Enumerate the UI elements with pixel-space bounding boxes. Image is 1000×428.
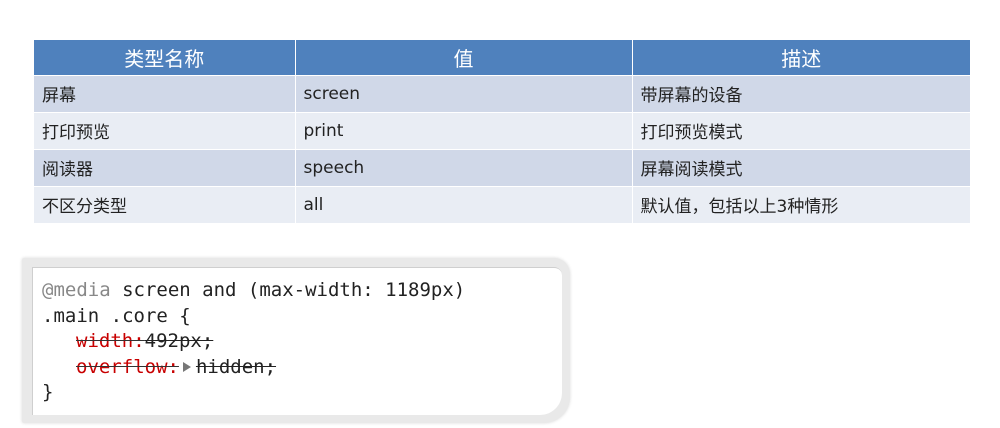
table-row: 不区分类型 all 默认值，包括以上3种情形 (34, 186, 970, 224)
type-name-cell: 不区分类型 (34, 186, 296, 224)
at-media-keyword: @media (42, 279, 111, 301)
table-row: 阅读器 speech 屏幕阅读模式 (34, 149, 970, 187)
type-name-cell: 屏幕 (34, 75, 296, 113)
description-cell: 带屏幕的设备 (632, 75, 970, 113)
selector-line: .main .core { (42, 304, 191, 327)
declaration-line-overflow: overflow: hidden; (42, 355, 562, 381)
description-cell: 打印预览模式 (632, 112, 970, 150)
css-code-snippet: @media screen and (max-width: 1189px) .m… (32, 267, 562, 415)
table-row: 打印预览 print 打印预览模式 (34, 112, 970, 150)
type-name-cell: 打印预览 (34, 112, 296, 150)
overflow-value: hidden; (195, 355, 277, 378)
value-cell: speech (295, 149, 633, 187)
declaration-line-width: width:492px; (42, 329, 562, 355)
description-cell: 屏幕阅读模式 (632, 149, 970, 187)
table-row: 屏幕 screen 带屏幕的设备 (34, 75, 970, 113)
table-header-row: 类型名称 值 描述 (34, 40, 970, 76)
width-property: width: (76, 330, 145, 352)
media-type-table: 类型名称 值 描述 屏幕 screen 带屏幕的设备 打印预览 print 打印… (34, 40, 970, 224)
media-query-text: screen and (max-width: 1189px) (110, 279, 466, 301)
header-description: 描述 (632, 40, 970, 76)
width-value: 492px; (144, 330, 214, 352)
value-cell: screen (295, 75, 633, 113)
value-cell: all (295, 186, 633, 224)
header-type-name: 类型名称 (34, 40, 296, 76)
closing-brace-line: } (42, 381, 54, 403)
description-cell: 默认值，包括以上3种情形 (632, 186, 970, 224)
overflow-property: overflow: (76, 355, 179, 378)
media-query-line: @media screen and (max-width: 1189px) (42, 278, 562, 304)
value-cell: print (295, 112, 633, 150)
type-name-cell: 阅读器 (34, 149, 296, 187)
expand-arrow-icon[interactable] (182, 361, 191, 372)
header-value: 值 (295, 40, 633, 76)
